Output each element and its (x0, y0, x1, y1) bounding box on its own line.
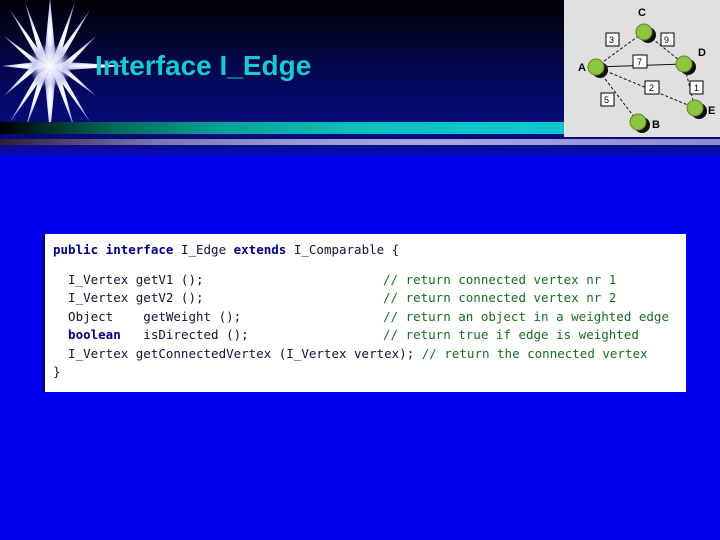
svg-text:2: 2 (649, 83, 654, 93)
code-token: Object getWeight (); (53, 308, 242, 324)
code-token: V1 (); (158, 271, 204, 287)
code-line: Object getWeight (); // return an object … (53, 308, 686, 327)
code-token: I_Vertex get (53, 271, 159, 287)
graph-node-label-d: D (698, 47, 706, 59)
svg-text:7: 7 (637, 57, 642, 67)
code-line: public interface I_Edge extends I_Compar… (53, 241, 686, 260)
graph-node-label-a: A (578, 62, 586, 74)
code-comment: // return the connected vertex (421, 345, 648, 361)
svg-text:9: 9 (664, 35, 669, 45)
code-line: } (53, 363, 686, 382)
code-block: public interface I_Edge extends I_Compar… (42, 234, 686, 392)
page-title: Interface I_Edge (95, 50, 312, 81)
code-token: } (53, 364, 61, 379)
code-line: boolean isDirected (); // return true if … (53, 326, 686, 345)
code-token: public interface (53, 242, 181, 257)
code-token: I_Comparable { (293, 242, 400, 257)
weighted-graph-diagram: A B C D E 3 9 7 2 1 5 (564, 0, 720, 137)
svg-text:3: 3 (609, 35, 614, 45)
code-token: extends (233, 242, 294, 257)
svg-text:5: 5 (604, 95, 609, 105)
divider-underglow (0, 145, 720, 159)
code-token: isDirected (); (120, 327, 249, 342)
code-comment: // return connected vertex nr 1 (383, 271, 617, 287)
code-content: public interface I_Edge extends I_Compar… (45, 234, 686, 382)
slide-canvas: Interface I_Edge A B C D E 3 9 7 2 1 5 p… (0, 0, 720, 540)
code-token: I_Edge (180, 242, 234, 257)
code-token: I_Vertex getV2 (); (53, 290, 204, 305)
code-token: I_Vertex getConnectedVertex (I_Vertex ve… (53, 345, 422, 361)
code-comment: // return connected vertex nr 2 (383, 290, 617, 305)
code-line: I_Vertex getV1 (); // return connected ve… (53, 271, 686, 290)
graph-node-label-e: E (708, 105, 715, 117)
code-comment: // return true if edge is weighted (383, 327, 639, 342)
svg-text:1: 1 (694, 83, 699, 93)
code-token: boolean (53, 327, 121, 342)
graph-node-label-c: C (638, 7, 646, 19)
code-comment: // return an object in a weighted edge (383, 308, 669, 324)
graph-node-label-b: B (652, 119, 660, 131)
code-line: I_Vertex getConnectedVertex (I_Vertex ve… (53, 345, 686, 364)
code-line: I_Vertex getV2 (); // return connected ve… (53, 289, 686, 308)
